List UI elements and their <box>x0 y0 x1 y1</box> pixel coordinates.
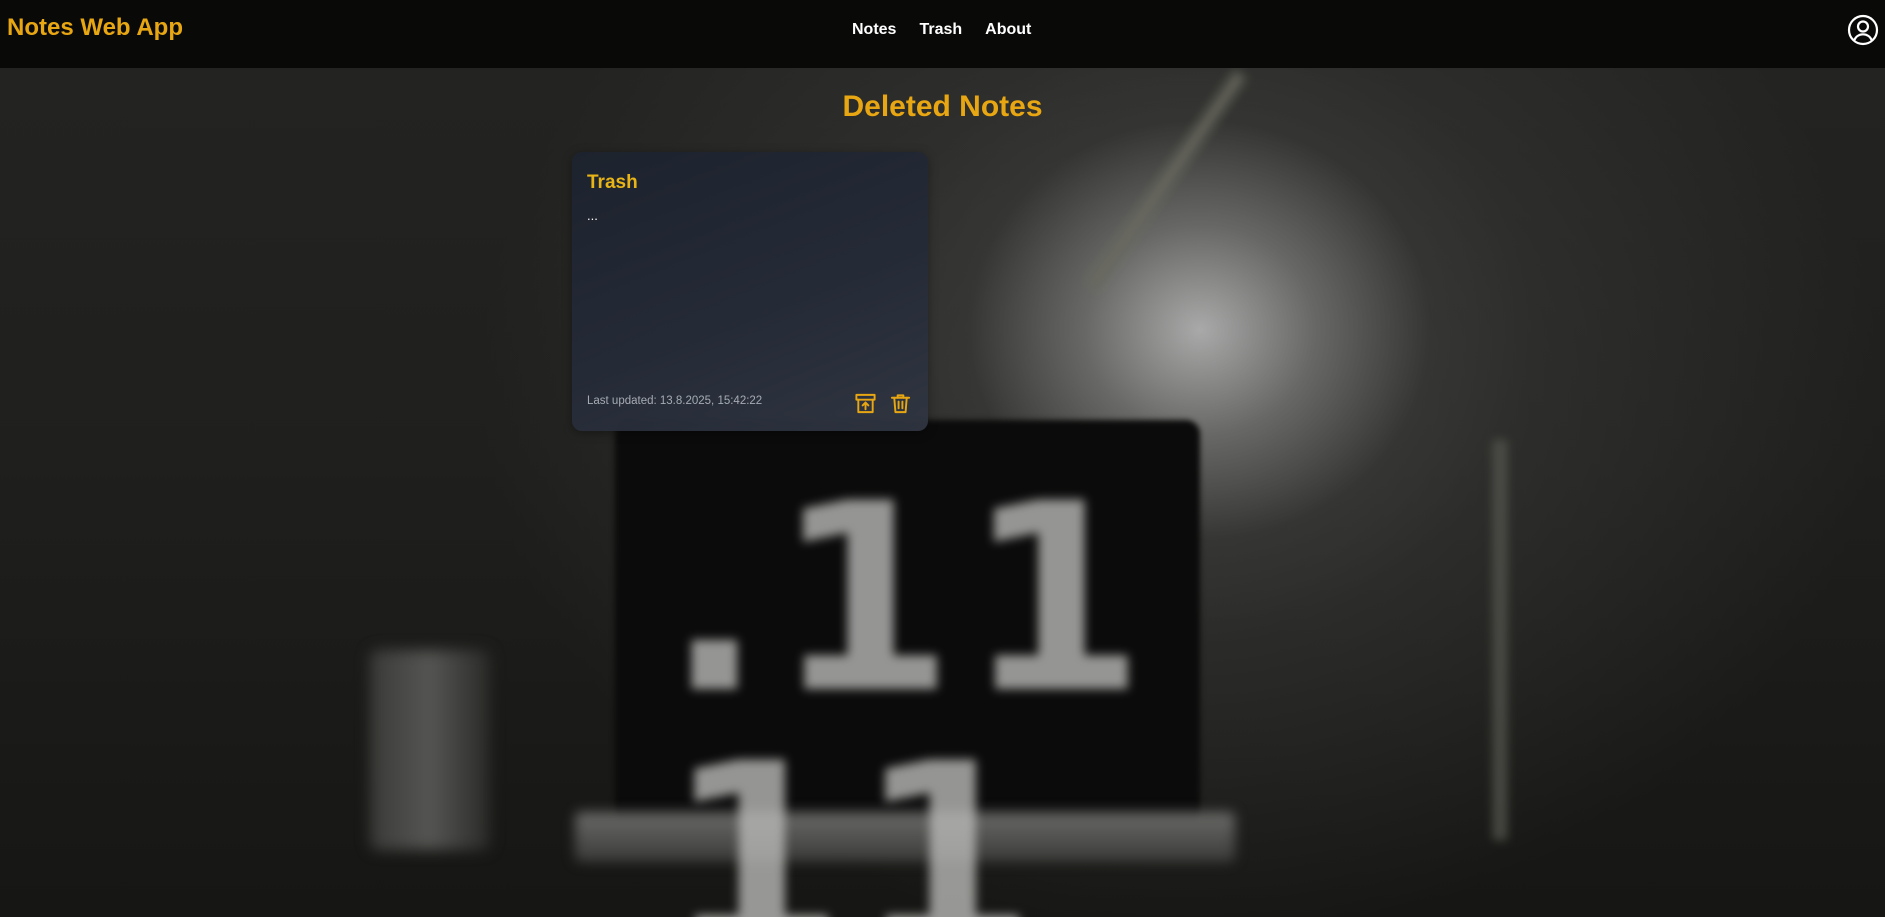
note-actions <box>854 392 912 415</box>
note-content: ... <box>587 208 598 223</box>
nav-links: Notes Trash About <box>852 21 1031 39</box>
background-pen-cup <box>370 650 490 850</box>
note-title: Trash <box>587 172 638 193</box>
nav-link-notes[interactable]: Notes <box>852 21 896 39</box>
background-lamp-pole <box>1493 440 1507 840</box>
restore-icon[interactable] <box>854 392 877 415</box>
user-circle-icon[interactable] <box>1847 14 1879 46</box>
page-title: Deleted Notes <box>842 90 1043 123</box>
note-updated-timestamp: Last updated: 13.8.2025, 15:42:22 <box>587 395 763 407</box>
note-card[interactable]: Trash ... Last updated: 13.8.2025, 15:42… <box>572 152 928 431</box>
navbar: Notes Web App Notes Trash About <box>0 0 1885 68</box>
nav-link-trash[interactable]: Trash <box>919 21 962 39</box>
nav-link-about[interactable]: About <box>985 21 1031 39</box>
background-image: .11 11 <box>0 0 1885 917</box>
app-brand[interactable]: Notes Web App <box>7 14 183 42</box>
background-clock-digits: .11 11 <box>665 449 1156 917</box>
trash-can-icon[interactable] <box>889 392 912 415</box>
